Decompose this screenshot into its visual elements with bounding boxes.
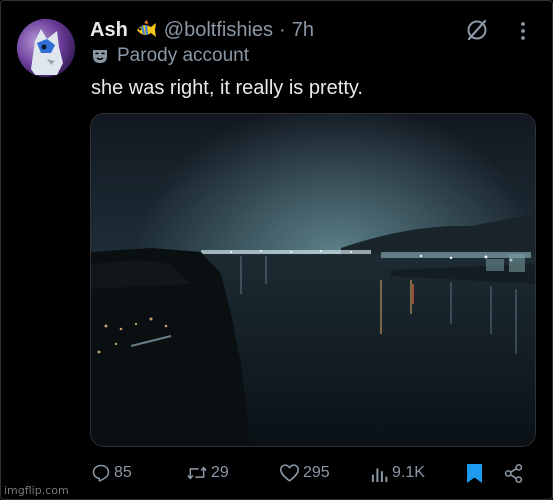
tweet-image[interactable] — [90, 113, 536, 447]
views-button[interactable]: 9.1K — [371, 458, 425, 488]
timestamp[interactable]: 7h — [292, 19, 314, 42]
heart-icon — [279, 464, 300, 482]
like-count: 295 — [303, 464, 330, 481]
parody-label-text: Parody account — [117, 45, 250, 66]
author-handle[interactable]: @boltfishies — [164, 19, 273, 42]
reply-button[interactable]: 85 — [91, 458, 132, 488]
more-icon[interactable] — [515, 20, 531, 42]
parody-label: Parody account — [91, 45, 249, 67]
mask-icon — [91, 47, 109, 65]
action-bar: 85 29 295 9.1K — [0, 458, 553, 488]
repost-button[interactable]: 29 — [186, 458, 229, 488]
bookmark-icon — [467, 463, 482, 483]
reply-icon — [92, 464, 110, 482]
separator-dot: · — [279, 18, 286, 41]
author-name[interactable]: Ash — [90, 19, 128, 42]
avatar[interactable] — [17, 19, 75, 77]
fish-icon — [134, 20, 158, 40]
avatar-image — [17, 19, 75, 77]
bookmark-button[interactable] — [466, 458, 483, 488]
view-count: 9.1K — [392, 464, 425, 481]
grok-icon[interactable] — [465, 18, 489, 42]
share-button[interactable] — [503, 458, 524, 488]
repost-icon — [187, 466, 207, 480]
night-river-photo — [91, 114, 535, 446]
like-button[interactable]: 295 — [279, 458, 330, 488]
analytics-icon — [371, 468, 388, 482]
tweet-text: she was right, it really is pretty. — [91, 77, 363, 99]
imgflip-watermark: imgflip.com — [4, 484, 69, 497]
reply-count: 85 — [114, 464, 132, 481]
repost-count: 29 — [211, 464, 229, 481]
tweet-header: Ash @boltfishies · 7h — [90, 16, 314, 44]
share-icon — [504, 463, 523, 483]
